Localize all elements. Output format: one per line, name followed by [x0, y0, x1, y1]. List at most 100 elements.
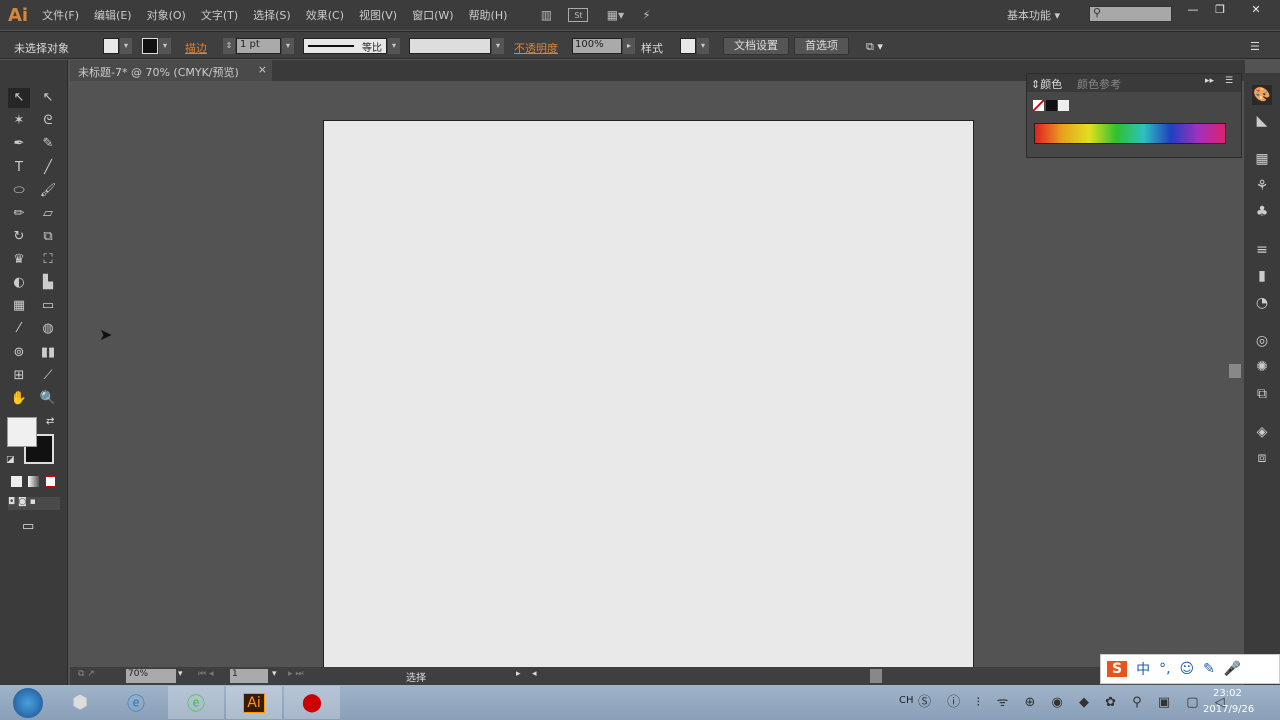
- direct-selection-tool-icon[interactable]: ↖: [37, 88, 59, 108]
- menu-edit[interactable]: 编辑(E): [94, 7, 132, 23]
- transparency-icon[interactable]: ◔: [1252, 293, 1272, 313]
- preferences-button[interactable]: 首选项: [794, 37, 849, 55]
- swatches-icon[interactable]: ▦: [1252, 149, 1272, 169]
- menu-window[interactable]: 窗口(W): [412, 7, 453, 23]
- color-mode-icon[interactable]: [11, 476, 22, 487]
- paintbrush-tool-icon[interactable]: 🖌: [37, 181, 59, 201]
- stroke-swatch[interactable]: [142, 38, 158, 54]
- document-setup-button[interactable]: 文档设置: [723, 37, 789, 55]
- search-input[interactable]: [1089, 6, 1172, 22]
- rotate-tool-icon[interactable]: ↻: [8, 227, 30, 247]
- previous-artboard-icon[interactable]: ⏮ ◂: [198, 669, 213, 679]
- language-indicator[interactable]: CH: [899, 695, 914, 706]
- hand-tool-icon[interactable]: ✋: [8, 389, 30, 409]
- eyedropper-tool-icon[interactable]: ⁄: [8, 319, 30, 339]
- default-colors-icon[interactable]: ◪: [6, 455, 15, 465]
- stroke-profile[interactable]: 等比: [303, 38, 387, 54]
- vertical-scrollbar-thumb[interactable]: [1229, 364, 1241, 378]
- selection-tool-icon[interactable]: ↖: [8, 88, 30, 108]
- drawing-mode-icon[interactable]: ◘ ◙ ▪: [8, 497, 60, 510]
- clock-time[interactable]: 23:02: [1213, 688, 1242, 699]
- scale-tool-icon[interactable]: ⧉: [37, 227, 59, 247]
- menu-view[interactable]: 视图(V): [359, 7, 397, 23]
- artboard-tool-icon[interactable]: ⊞: [8, 366, 30, 386]
- handwriting-icon[interactable]: ✎: [1203, 661, 1215, 677]
- none-swatch[interactable]: [1033, 100, 1044, 111]
- color-guide-icon[interactable]: ◣: [1252, 111, 1272, 131]
- collapse-panel-icon[interactable]: ▸▸: [1205, 76, 1214, 86]
- tab-color-guide[interactable]: 颜色参考: [1077, 76, 1121, 92]
- stroke-label[interactable]: 描边: [185, 40, 207, 56]
- width-tool-icon[interactable]: ♛: [8, 250, 30, 270]
- stroke-profile-dropdown[interactable]: ▾: [388, 38, 400, 54]
- minimize-button[interactable]: —: [1180, 3, 1206, 16]
- style-swatch[interactable]: [680, 38, 696, 54]
- stroke-weight-stepper[interactable]: ⇕: [223, 38, 235, 54]
- symbol-sprayer-tool-icon[interactable]: ⊚: [8, 343, 30, 363]
- symbols-icon[interactable]: ♣: [1252, 202, 1272, 222]
- opacity-input[interactable]: 100%: [572, 38, 622, 54]
- artboard-number-input[interactable]: 1: [230, 669, 268, 683]
- style-dropdown[interactable]: ▾: [697, 38, 709, 54]
- color-panel-icon[interactable]: 🎨: [1252, 85, 1272, 105]
- brushes-icon[interactable]: ⚘: [1252, 176, 1272, 196]
- magic-wand-tool-icon[interactable]: ✶: [8, 111, 30, 131]
- tab-color[interactable]: ⇕颜色: [1031, 76, 1062, 92]
- menu-help[interactable]: 帮助(H): [469, 7, 508, 23]
- artboard[interactable]: [323, 120, 974, 668]
- status-menu-arrow[interactable]: ▸: [516, 669, 521, 679]
- arrange-icon[interactable]: ⧉ ▾: [866, 40, 883, 54]
- gradient-mode-icon[interactable]: [28, 476, 39, 487]
- recorder-icon[interactable]: ⬤: [284, 686, 340, 719]
- restore-button[interactable]: ❐: [1207, 3, 1233, 16]
- type-tool-icon[interactable]: T: [8, 158, 30, 178]
- arrange-documents-icon[interactable]: ▦▾: [602, 8, 628, 22]
- menu-type[interactable]: 文字(T): [201, 7, 238, 23]
- mesh-tool-icon[interactable]: ▦: [8, 296, 30, 316]
- fill-color-box[interactable]: [7, 417, 37, 447]
- bridge-icon[interactable]: ▥: [536, 8, 556, 22]
- line-tool-icon[interactable]: ╱: [37, 158, 59, 178]
- swap-colors-icon[interactable]: ⇄: [46, 416, 54, 427]
- zoom-level-input[interactable]: 70%: [126, 669, 176, 683]
- gpu-performance-icon[interactable]: ⚡: [636, 8, 656, 22]
- fill-swatch[interactable]: [103, 38, 119, 54]
- slice-tool-icon[interactable]: ⟋: [37, 366, 59, 386]
- column-graph-tool-icon[interactable]: ▮▮: [37, 343, 59, 363]
- black-swatch[interactable]: [1046, 100, 1057, 111]
- color-spectrum[interactable]: [1034, 123, 1226, 144]
- voice-icon[interactable]: 🎤: [1224, 661, 1241, 677]
- stroke-weight-input[interactable]: 1 pt: [236, 38, 281, 54]
- gradient-tool-icon[interactable]: ▭: [37, 296, 59, 316]
- tray-icons[interactable]: Ⓢ ⓘ ⁝ ᯤ ⊕ ◉ ◆ ✿ ⚲ ▣ ▢ ◁: [918, 691, 1231, 710]
- ime-mode-toggle[interactable]: 中: [1136, 659, 1150, 679]
- punctuation-icon[interactable]: °,: [1159, 661, 1170, 677]
- scroll-left-arrow[interactable]: ◂: [532, 669, 537, 679]
- zoom-tool-icon[interactable]: 🔍: [37, 389, 59, 409]
- menu-object[interactable]: 对象(O): [147, 7, 186, 23]
- close-button[interactable]: ✕: [1236, 3, 1276, 16]
- artboards-icon[interactable]: ⧈: [1252, 448, 1272, 468]
- opacity-arrow[interactable]: ▸: [623, 38, 635, 54]
- ellipse-tool-icon[interactable]: ⬭: [8, 181, 30, 201]
- appearance-icon[interactable]: ◎: [1252, 331, 1272, 351]
- horizontal-scrollbar-thumb[interactable]: [870, 669, 882, 683]
- zoom-dropdown[interactable]: ▾: [178, 669, 183, 679]
- fill-dropdown[interactable]: ▾: [120, 38, 132, 54]
- artboard-dropdown[interactable]: ▾: [272, 669, 277, 679]
- browser-360-icon[interactable]: ⓔ: [168, 686, 224, 719]
- shape-builder-tool-icon[interactable]: ◐: [8, 273, 30, 293]
- opacity-label[interactable]: 不透明度: [514, 40, 558, 56]
- pen-tool-icon[interactable]: ✒: [8, 134, 30, 154]
- stroke-icon[interactable]: ≡: [1252, 240, 1272, 260]
- stroke-weight-dropdown[interactable]: ▾: [282, 38, 294, 54]
- asset-export-icon[interactable]: ⧉: [1252, 384, 1272, 404]
- brush-definition[interactable]: [409, 38, 491, 54]
- perspective-grid-tool-icon[interactable]: ▙: [37, 273, 59, 293]
- lasso-tool-icon[interactable]: ᘓ: [37, 111, 59, 131]
- brush-dropdown[interactable]: ▾: [492, 38, 504, 54]
- none-mode-icon[interactable]: [45, 476, 56, 487]
- screen-mode-icon[interactable]: ▭: [22, 519, 34, 534]
- free-transform-tool-icon[interactable]: ⛶: [37, 250, 59, 270]
- illustrator-taskbar-button[interactable]: Ai: [226, 686, 282, 719]
